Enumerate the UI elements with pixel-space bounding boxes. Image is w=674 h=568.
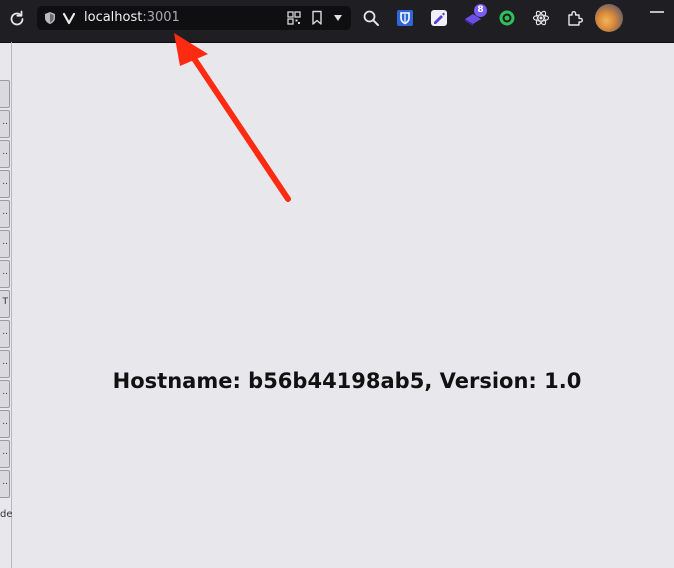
sidebar-item[interactable]: .. <box>0 260 10 288</box>
address-bar[interactable]: localhost:3001 <box>37 6 351 30</box>
reload-icon[interactable] <box>7 9 27 29</box>
react-devtools-icon[interactable] <box>532 9 550 27</box>
dropdown-icon[interactable] <box>333 14 343 22</box>
sidebar-item-label: .. <box>2 207 8 217</box>
menu-icon[interactable] <box>650 11 664 15</box>
sidebar-item-label: .. <box>2 237 8 247</box>
sidebar-item-label: .. <box>2 477 8 487</box>
bitwarden-icon[interactable] <box>396 9 414 27</box>
sidebar-panel: ............ T............ <box>0 80 12 498</box>
bookmark-icon[interactable] <box>311 10 323 26</box>
sidebar-item-label: T <box>2 297 9 307</box>
sidebar-item[interactable]: .. <box>0 410 10 438</box>
qr-code-icon[interactable] <box>287 11 301 25</box>
sidebar-item[interactable]: .. <box>0 440 10 468</box>
annotation-arrow <box>174 33 291 202</box>
url-host: localhost <box>84 10 143 25</box>
hostname-version-text: Hostname: b56b44198ab5, Version: 1.0 <box>112 369 582 393</box>
extensions-puzzle-icon[interactable] <box>566 9 584 27</box>
sidebar-item-label: .. <box>2 177 8 187</box>
url-port: :3001 <box>142 10 180 25</box>
sidebar-item-label: .. <box>2 357 8 367</box>
sidebar-item-label: .. <box>2 147 8 157</box>
note-extension-icon[interactable] <box>430 9 448 27</box>
shield-icon[interactable] <box>43 11 57 25</box>
sidebar-item[interactable] <box>0 80 10 108</box>
sidebar-item-label: .. <box>2 327 8 337</box>
url-text[interactable]: localhost:3001 <box>84 10 180 26</box>
sidebar-item[interactable]: .. <box>0 170 10 198</box>
extension-badge-count: 8 <box>474 4 487 17</box>
sidebar-item-label: .. <box>2 267 8 277</box>
sidebar-item[interactable]: .. <box>0 140 10 168</box>
browser-toolbar: localhost:3001 8 <box>0 0 674 43</box>
sidebar-item[interactable]: .. <box>0 320 10 348</box>
sidebar-item-label: .. <box>2 447 8 457</box>
sidebar-item[interactable]: .. <box>0 470 10 498</box>
sidebar-item[interactable]: T <box>0 290 10 318</box>
sidebar-item-label: .. <box>2 117 8 127</box>
sidebar-item[interactable]: .. <box>0 200 10 228</box>
vivaldi-logo-icon <box>62 12 76 25</box>
sidebar-item[interactable]: .. <box>0 230 10 258</box>
sidebar-item-label: .. <box>2 417 8 427</box>
sidebar-tail-text: de <box>0 509 13 520</box>
sidebar-item[interactable]: .. <box>0 110 10 138</box>
green-extension-icon[interactable] <box>498 9 516 27</box>
search-icon[interactable] <box>362 9 380 27</box>
avatar[interactable] <box>595 4 623 32</box>
